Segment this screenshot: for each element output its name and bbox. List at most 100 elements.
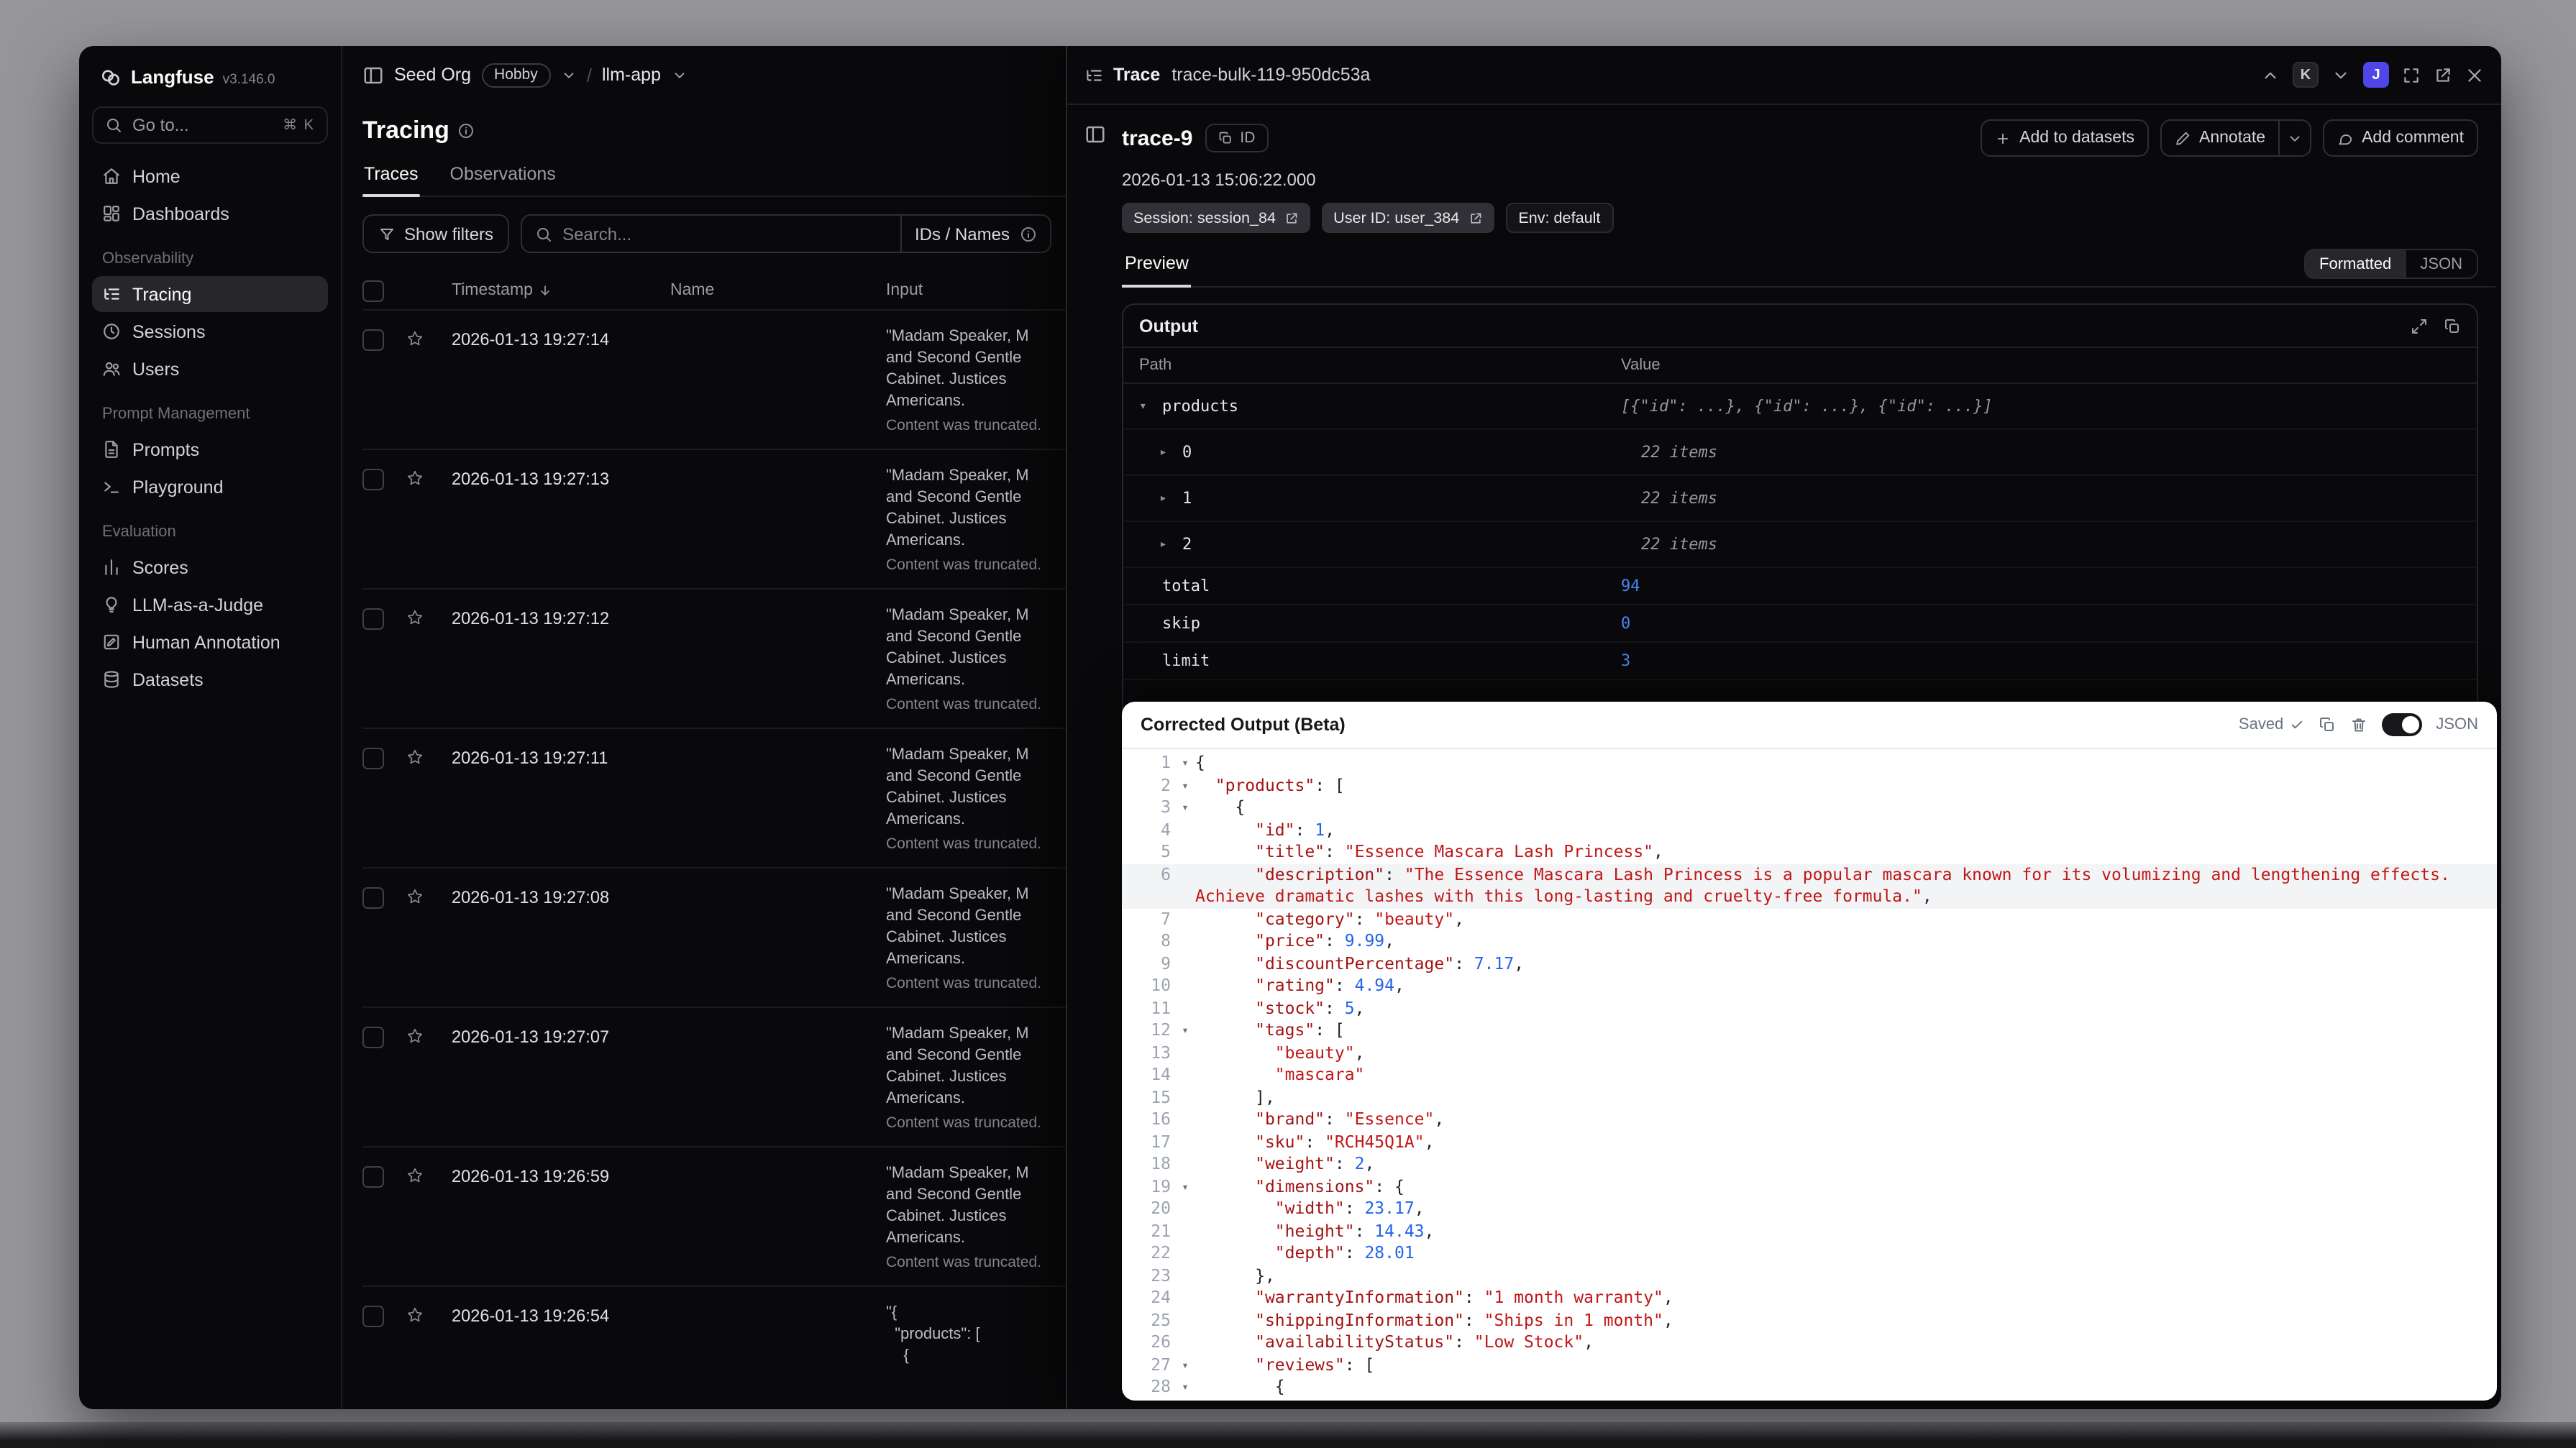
code-line[interactable]: 14 "mascara" [1122, 1064, 2497, 1086]
add-to-datasets-button[interactable]: Add to datasets [1981, 119, 2149, 157]
expand-icon[interactable]: ▸ [1159, 445, 1174, 459]
code-line[interactable]: 12 ▾ "tags": [ [1122, 1019, 2497, 1042]
code-line[interactable]: 7 "category": "beauty", [1122, 908, 2497, 930]
code-line[interactable]: 4 "id": 1, [1122, 819, 2497, 841]
sidebar-item-datasets[interactable]: Datasets [92, 661, 328, 697]
copy-icon[interactable] [2444, 318, 2461, 335]
tab-traces[interactable]: Traces [362, 158, 420, 197]
tab-preview[interactable]: Preview [1122, 253, 1192, 288]
sidebar-item-prompts[interactable]: Prompts [92, 431, 328, 467]
collapse-tree-icon[interactable] [1084, 124, 1105, 145]
json-view-toggle[interactable] [2381, 713, 2422, 736]
sidebar-item-users[interactable]: Users [92, 351, 328, 387]
session-badge[interactable]: Session: session_84 [1122, 203, 1311, 233]
output-row-0[interactable]: ▸ 0 22 items [1123, 430, 2477, 476]
expand-icon[interactable]: ▸ [1159, 491, 1174, 505]
copy-icon[interactable] [2318, 716, 2335, 733]
star-icon[interactable] [406, 608, 424, 627]
user-badge[interactable]: User ID: user_384 [1322, 203, 1494, 233]
copy-id-button[interactable]: ID [1205, 124, 1269, 152]
star-icon[interactable] [406, 469, 424, 487]
sidebar-item-dashboards[interactable]: Dashboards [92, 196, 328, 232]
row-checkbox[interactable] [362, 1027, 384, 1048]
annotate-button[interactable]: Annotate [2160, 119, 2280, 157]
expand-icon[interactable] [2411, 318, 2428, 335]
code-line[interactable]: 24 "warrantyInformation": "1 month warra… [1122, 1287, 2497, 1309]
trace-table-row[interactable]: 2026-01-13 19:26:59 "Madam Speaker, Mand … [362, 1146, 1066, 1286]
fold-icon[interactable]: ▾ [1175, 774, 1195, 797]
tab-observations[interactable]: Observations [449, 158, 557, 196]
fold-icon[interactable]: ▾ [1175, 752, 1195, 774]
code-line[interactable]: 21 "height": 14.43, [1122, 1220, 2497, 1242]
sidebar-item-sessions[interactable]: Sessions [92, 313, 328, 349]
star-icon[interactable] [406, 329, 424, 348]
row-checkbox[interactable] [362, 887, 384, 909]
code-line[interactable]: 9 "discountPercentage": 7.17, [1122, 953, 2497, 975]
row-checkbox[interactable] [362, 469, 384, 490]
fold-icon[interactable]: ▾ [1175, 797, 1195, 819]
expand-icon[interactable]: ▸ [1159, 537, 1174, 551]
json-code-editor[interactable]: 1 ▾{2 ▾ "products": [3 ▾ {4 "id": 1, 5 "titl… [1122, 748, 2497, 1401]
code-line[interactable]: 19 ▾ "dimensions": { [1122, 1176, 2497, 1198]
fold-icon[interactable]: ▾ [1175, 1354, 1195, 1376]
open-trace-button[interactable] [2434, 65, 2452, 84]
select-all-checkbox[interactable] [362, 280, 384, 301]
sidebar-item-home[interactable]: Home [92, 158, 328, 194]
code-line[interactable]: 16 "brand": "Essence", [1122, 1109, 2497, 1131]
column-header-timestamp[interactable]: Timestamp [452, 282, 670, 299]
output-row-2[interactable]: ▸ 2 22 items [1123, 522, 2477, 568]
org-name[interactable]: Seed Org [394, 65, 471, 85]
sidebar-toggle-icon[interactable] [362, 64, 384, 86]
code-line[interactable]: 18 "weight": 2, [1122, 1153, 2497, 1176]
info-icon[interactable] [458, 122, 475, 139]
fold-icon[interactable]: ▾ [1175, 1019, 1195, 1042]
star-icon[interactable] [406, 1027, 424, 1045]
fold-icon[interactable]: ▾ [1175, 1376, 1195, 1398]
json-toggle-button[interactable]: JSON [2406, 250, 2477, 278]
trace-table-row[interactable]: 2026-01-13 19:27:12 "Madam Speaker, Mand … [362, 588, 1066, 728]
row-checkbox[interactable] [362, 1306, 384, 1327]
code-line[interactable]: 27 ▾ "reviews": [ [1122, 1354, 2497, 1376]
goto-search[interactable]: Go to... ⌘ K [92, 106, 328, 144]
expand-peek-button[interactable] [2402, 65, 2421, 84]
prev-trace-button[interactable] [2261, 65, 2280, 84]
sidebar-item-playground[interactable]: Playground [92, 469, 328, 505]
sidebar-item-tracing[interactable]: Tracing [92, 276, 328, 312]
column-header-name[interactable]: Name [670, 282, 886, 299]
code-line[interactable]: 13 "beauty", [1122, 1042, 2497, 1064]
search-scope-dropdown[interactable]: IDs / Names [900, 216, 1037, 252]
org-chevron-down-icon[interactable] [561, 67, 577, 83]
fold-icon[interactable]: ▾ [1175, 1176, 1195, 1198]
sidebar-item-scores[interactable]: Scores [92, 549, 328, 585]
project-chevron-down-icon[interactable] [671, 67, 687, 83]
star-icon[interactable] [406, 748, 424, 766]
sidebar-item-human-annotation[interactable]: Human Annotation [92, 624, 328, 660]
trace-table-row[interactable]: 2026-01-13 19:27:11 "Madam Speaker, Mand … [362, 728, 1066, 867]
row-checkbox[interactable] [362, 608, 384, 630]
code-line[interactable]: 20 "width": 23.17, [1122, 1198, 2497, 1220]
code-line[interactable]: 15 ], [1122, 1086, 2497, 1109]
next-trace-button[interactable] [2331, 65, 2350, 84]
star-icon[interactable] [406, 1166, 424, 1185]
code-line[interactable]: 28 ▾ { [1122, 1376, 2497, 1398]
delete-icon[interactable] [2349, 716, 2367, 733]
star-icon[interactable] [406, 1306, 424, 1324]
formatted-toggle-button[interactable]: Formatted [2305, 250, 2406, 278]
show-filters-button[interactable]: Show filters [362, 214, 510, 253]
row-checkbox[interactable] [362, 329, 384, 351]
annotate-dropdown-button[interactable] [2280, 119, 2312, 157]
trace-table-row[interactable]: 2026-01-13 19:27:08 "Madam Speaker, Mand … [362, 867, 1066, 1007]
add-comment-button[interactable]: Add comment [2323, 119, 2478, 157]
trace-table-row[interactable]: 2026-01-13 19:26:54 "{ "products": [ { [362, 1286, 1066, 1409]
code-line[interactable]: 25 "shippingInformation": "Ships in 1 mo… [1122, 1309, 2497, 1332]
code-line[interactable]: 23 }, [1122, 1265, 2497, 1287]
code-line[interactable]: 17 "sku": "RCH45Q1A", [1122, 1131, 2497, 1153]
code-line[interactable]: 2 ▾ "products": [ [1122, 774, 2497, 797]
code-line[interactable]: 10 "rating": 4.94, [1122, 975, 2497, 997]
code-line[interactable]: 8 "price": 9.99, [1122, 930, 2497, 953]
row-checkbox[interactable] [362, 1166, 384, 1188]
project-name[interactable]: llm-app [602, 65, 661, 85]
code-line[interactable]: 26 "availabilityStatus": "Low Stock", [1122, 1332, 2497, 1354]
code-line[interactable]: 11 "stock": 5, [1122, 997, 2497, 1019]
search-input[interactable]: Search... IDs / Names [521, 214, 1051, 253]
